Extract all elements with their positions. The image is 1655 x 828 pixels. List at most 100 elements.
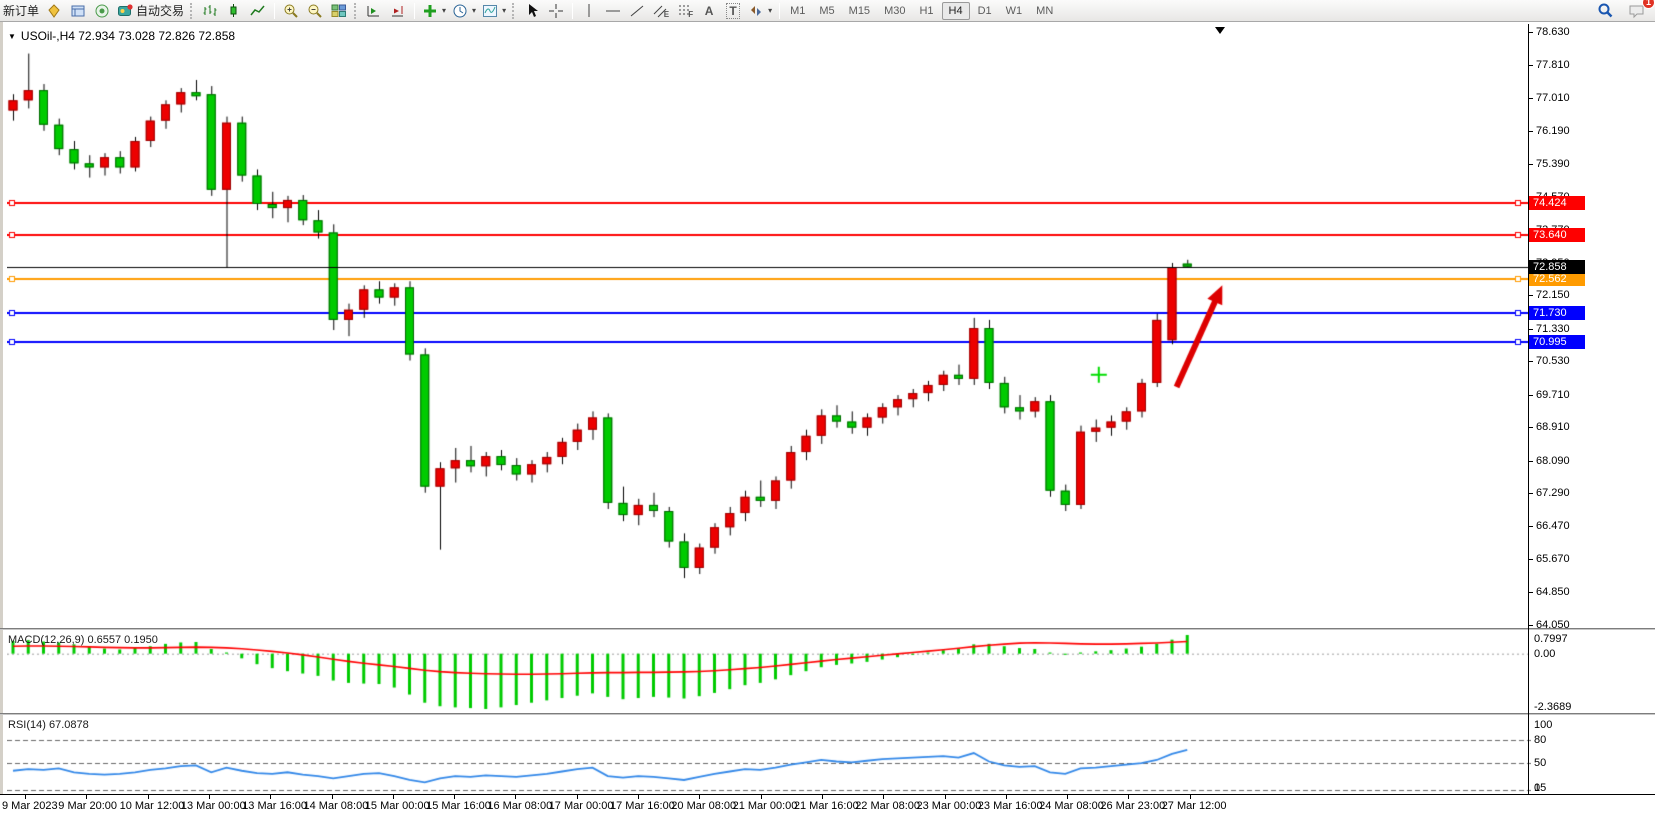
templates-button[interactable]: ▾	[479, 1, 509, 21]
new-order-button[interactable]: 新订单	[0, 1, 42, 21]
time-tick-mark	[945, 795, 946, 799]
pane-separator[interactable]	[0, 713, 1655, 715]
price-tick-label: 64.850	[1536, 586, 1570, 599]
timeframe-m30-button[interactable]: M30	[878, 2, 911, 20]
chart-shift-button[interactable]	[386, 1, 410, 21]
timeframe-d1-button[interactable]: D1	[972, 2, 998, 20]
main-chart-canvas[interactable]	[7, 24, 1531, 628]
time-tick-mark	[1006, 795, 1007, 799]
vertical-line-icon	[584, 3, 594, 18]
timeframe-mn-button[interactable]: MN	[1030, 2, 1059, 20]
bar-chart-button[interactable]	[198, 1, 222, 21]
notifications-button[interactable]: 1	[1625, 1, 1649, 21]
candlestick-chart-icon	[226, 3, 242, 18]
price-tick-label: 67.290	[1536, 487, 1570, 500]
time-tick-mark	[1190, 795, 1191, 799]
time-tick-mark	[1067, 795, 1068, 799]
price-tick-mark	[1528, 461, 1533, 462]
crosshair-icon	[548, 3, 564, 19]
price-tick-mark	[1528, 592, 1533, 593]
text-label-button[interactable]: T	[721, 1, 745, 21]
trendline-icon	[629, 4, 645, 18]
new-order-label: 新订单	[3, 2, 39, 19]
hline-price-label: 73.640	[1529, 228, 1585, 242]
toolbar: 新订单 自动交易	[0, 0, 1655, 22]
chevron-down-icon: ▾	[502, 6, 506, 15]
axis-border	[1528, 24, 1529, 794]
current-price-label: 72.858	[1529, 260, 1585, 274]
search-icon	[1597, 2, 1614, 19]
pane-separator[interactable]	[0, 628, 1655, 630]
tile-windows-button[interactable]	[327, 1, 351, 21]
text-label-icon: T	[726, 3, 739, 19]
time-tick-mark	[148, 795, 149, 799]
macd-pane-canvas[interactable]	[7, 631, 1531, 713]
timeframe-m15-button[interactable]: M15	[843, 2, 876, 20]
time-tick-mark	[761, 795, 762, 799]
macd-level-label: 0.00	[1534, 648, 1555, 660]
price-tick-mark	[1528, 625, 1533, 626]
chart-area	[0, 22, 1655, 828]
price-tick-mark	[1528, 131, 1533, 132]
auto-scroll-button[interactable]	[362, 1, 386, 21]
macd-indicator-label: MACD(12,26,9) 0.6557 0.1950	[8, 634, 158, 646]
time-tick-mark	[883, 795, 884, 799]
price-tick-mark	[1528, 559, 1533, 560]
macd-level-label: 0.7997	[1534, 633, 1568, 645]
market-watch-button[interactable]	[42, 1, 66, 21]
zoom-out-button[interactable]	[303, 1, 327, 21]
chevron-down-icon: ▾	[768, 6, 772, 15]
candlestick-chart-button[interactable]	[222, 1, 246, 21]
chart-menu-icon[interactable]: ▼	[8, 32, 16, 41]
rsi-level-label: 0	[1534, 782, 1540, 794]
chart-title[interactable]: ▼ USOil-,H4 72.934 73.028 72.826 72.858	[8, 29, 235, 43]
timeframe-w1-button[interactable]: W1	[1000, 2, 1029, 20]
time-axis[interactable]: 9 Mar 20239 Mar 20:0010 Mar 12:0013 Mar …	[0, 794, 1655, 828]
rsi-pane-canvas[interactable]	[7, 716, 1531, 794]
chevron-down-icon: ▾	[472, 6, 476, 15]
autotrading-button[interactable]: 自动交易	[114, 1, 187, 21]
fibo-letter: F	[688, 10, 693, 19]
toolbar-right: 1	[1593, 1, 1649, 21]
signals-button[interactable]	[90, 1, 114, 21]
price-tick-label: 75.390	[1536, 158, 1570, 171]
indicators-button[interactable]: ▾	[419, 1, 449, 21]
timeframe-h1-button[interactable]: H1	[913, 2, 939, 20]
price-tick-label: 69.710	[1536, 389, 1570, 402]
vertical-line-button[interactable]	[577, 1, 601, 21]
zoom-in-button[interactable]	[279, 1, 303, 21]
price-tick-mark	[1528, 395, 1533, 396]
time-tick-mark	[270, 795, 271, 799]
timeframe-m5-button[interactable]: M5	[813, 2, 840, 20]
timeframe-m1-button[interactable]: M1	[784, 2, 811, 20]
equidistant-channel-button[interactable]: E	[649, 1, 673, 21]
toolbar-separator	[274, 3, 275, 19]
bar-chart-icon	[202, 4, 218, 18]
signal-icon	[94, 3, 110, 19]
chart-shift-icon	[390, 4, 406, 18]
search-button[interactable]	[1593, 1, 1617, 21]
rsi-level-label: 80	[1534, 734, 1546, 746]
horizontal-line-button[interactable]	[601, 1, 625, 21]
price-tick-label: 66.470	[1536, 520, 1570, 533]
text-tool-icon: A	[705, 4, 714, 18]
price-tick-label: 77.010	[1536, 92, 1570, 105]
line-chart-button[interactable]	[246, 1, 270, 21]
toolbar-separator	[414, 3, 415, 19]
cursor-button[interactable]	[520, 1, 544, 21]
price-tick-mark	[1528, 526, 1533, 527]
crosshair-button[interactable]	[544, 1, 568, 21]
price-tick-mark	[1528, 98, 1533, 99]
chart-shift-marker[interactable]	[1215, 27, 1225, 34]
arrows-button[interactable]: ▾	[745, 1, 775, 21]
text-button[interactable]: A	[697, 1, 721, 21]
price-tick-mark	[1528, 427, 1533, 428]
periods-button[interactable]: ▾	[449, 1, 479, 21]
price-tick-label: 65.670	[1536, 553, 1570, 566]
data-window-button[interactable]	[66, 1, 90, 21]
tile-windows-icon	[331, 4, 347, 18]
fibonacci-button[interactable]: F	[673, 1, 697, 21]
trendline-button[interactable]	[625, 1, 649, 21]
timeframe-h4-button[interactable]: H4	[942, 2, 970, 20]
time-tick-mark	[209, 795, 210, 799]
